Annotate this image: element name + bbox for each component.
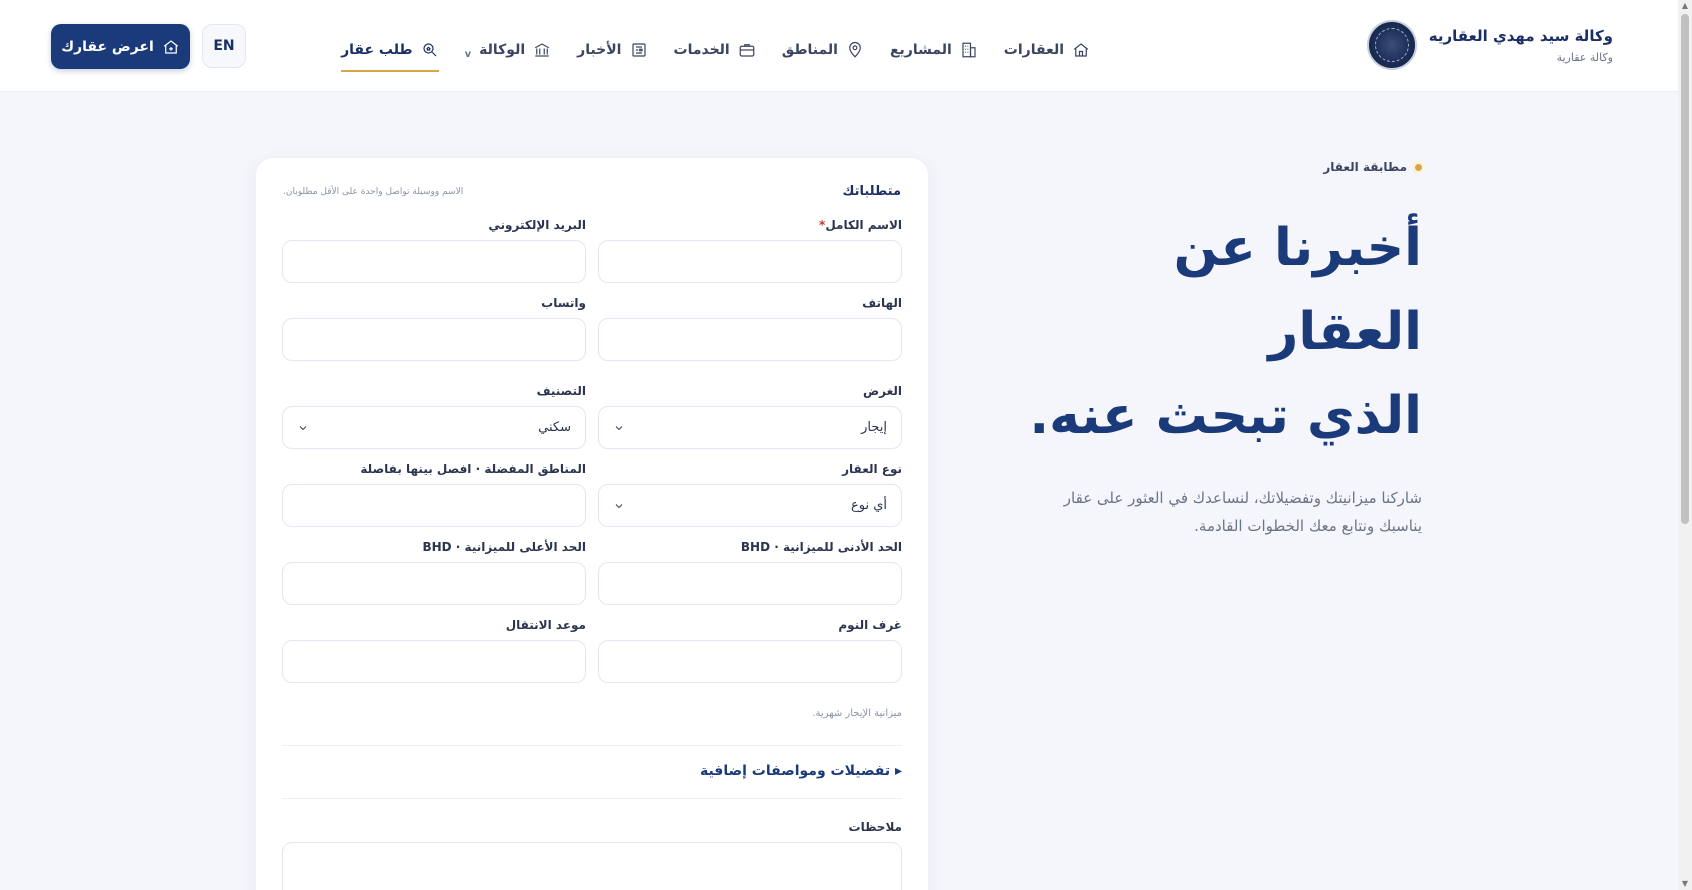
nav-projects-label: المشاريع [889, 42, 952, 58]
email-input[interactable] [282, 240, 586, 283]
phone-field: الهاتف [598, 296, 902, 361]
property-type-field: نوع العقار أي نوع [598, 462, 902, 527]
whatsapp-field: واتساب [282, 296, 586, 361]
hero-description: شاركنا ميزانيتك وتفضيلاتك، لنساعدك في ال… [1063, 489, 1422, 535]
nav-request-property[interactable]: طلب عقار [341, 30, 439, 72]
move-date-field: موعد الانتقال [282, 618, 586, 683]
main-nav: العقارات المشاريع المناطق الخدمات الأخبا… [341, 30, 1090, 72]
hero-title-line-2: الذي تبحث عنه. [1029, 386, 1422, 446]
form-title: متطلباتك [842, 184, 902, 199]
notes-textarea[interactable] [282, 842, 902, 890]
email-field: البريد الإلكتروني [282, 218, 586, 283]
full-name-label: الاسم الكامل [825, 218, 902, 232]
scroll-thumb[interactable] [1681, 14, 1689, 524]
language-toggle-button[interactable]: EN [202, 24, 246, 68]
nav-news-label: الأخبار [577, 42, 622, 58]
nav-properties[interactable]: العقارات [1004, 30, 1090, 70]
preferred-areas-label: المناطق المفضلة · افصل بينها بفاصلة [360, 462, 586, 476]
chevron-down-icon: v [464, 48, 472, 60]
briefcase-icon [739, 44, 755, 57]
divider [282, 798, 902, 799]
chevron-down-icon [615, 425, 623, 430]
hero-eyebrow-text: مطابقة العقار [1323, 160, 1407, 174]
form-required-note: الاسم ووسيلة تواصل واحدة على الأقل مطلوب… [283, 186, 464, 197]
newspaper-icon [631, 43, 646, 57]
min-budget-field: الحد الأدنى للميزانية · BHD [598, 540, 902, 605]
brand[interactable]: وكالة سيد مهدي العقاريه وكالة عقارية [1366, 20, 1613, 70]
nav-services[interactable]: الخدمات [674, 30, 756, 70]
chevron-down-icon [615, 503, 623, 508]
nav-projects[interactable]: المشاريع [890, 30, 978, 70]
eyebrow-dot-icon [1415, 163, 1422, 171]
divider [282, 745, 902, 746]
brand-subtitle: وكالة عقارية [1556, 50, 1613, 64]
property-type-value: أي نوع [850, 498, 887, 513]
move-date-label: موعد الانتقال [505, 618, 586, 632]
max-budget-field: الحد الأعلى للميزانية · BHD [282, 540, 586, 605]
home-icon [1073, 43, 1089, 57]
preferred-areas-field: المناطق المفضلة · افصل بينها بفاصلة [282, 462, 586, 527]
list-property-button[interactable]: اعرض عقارك [51, 24, 190, 69]
min-budget-input[interactable] [598, 562, 902, 605]
email-label: البريد الإلكتروني [488, 218, 586, 232]
bank-icon [535, 43, 550, 57]
nav-properties-label: العقارات [1003, 42, 1064, 58]
nav-services-label: الخدمات [673, 42, 730, 58]
whatsapp-label: واتساب [541, 296, 586, 310]
page-scrollbar[interactable]: ▲ ▼ [1678, 0, 1692, 890]
bedrooms-input[interactable] [598, 640, 902, 683]
scroll-up-arrow-icon[interactable]: ▲ [1681, 2, 1689, 10]
map-pin-icon [849, 41, 861, 58]
full-name-input[interactable] [598, 240, 902, 283]
category-field: التصنيف سكني [282, 384, 586, 449]
extra-preferences-toggle[interactable]: ▸ تفضيلات ومواصفات إضافية [700, 763, 902, 779]
budget-hint: ميزانية الإيجار شهرية. [812, 708, 902, 719]
brand-name: وكالة سيد مهدي العقاريه [1428, 26, 1613, 45]
property-type-label: نوع العقار [842, 462, 902, 476]
list-property-label: اعرض عقارك [61, 38, 154, 55]
purpose-label: الغرض [863, 384, 902, 398]
search-home-icon [423, 43, 437, 57]
hero-section: مطابقة العقار أخبرنا عن العقار الذي تبحث… [1002, 160, 1422, 540]
nav-news[interactable]: الأخبار [577, 30, 647, 70]
max-budget-input[interactable] [282, 562, 586, 605]
purpose-field: الغرض إيجار [598, 384, 902, 449]
nav-agency-label: الوكالة [479, 42, 526, 58]
nav-request-property-label: طلب عقار [341, 42, 413, 58]
bedrooms-field: غرف النوم [598, 618, 902, 683]
purpose-select[interactable]: إيجار [598, 406, 902, 449]
building-icon [962, 42, 976, 58]
category-label: التصنيف [536, 384, 586, 398]
whatsapp-input[interactable] [282, 318, 586, 361]
hero-title: أخبرنا عن العقار الذي تبحث عنه. [1002, 206, 1422, 458]
phone-label: الهاتف [862, 296, 902, 310]
purpose-value: إيجار [861, 420, 887, 435]
category-value: سكني [538, 420, 571, 435]
preferred-areas-input[interactable] [282, 484, 586, 527]
property-type-select[interactable]: أي نوع [598, 484, 902, 527]
category-select[interactable]: سكني [282, 406, 586, 449]
phone-input[interactable] [598, 318, 902, 361]
full-name-field: الاسم الكامل* [598, 218, 902, 283]
notes-label: ملاحظات [848, 820, 902, 834]
home-plus-icon [163, 39, 178, 54]
scroll-down-arrow-icon[interactable]: ▼ [1681, 880, 1689, 888]
hero-eyebrow: مطابقة العقار [1002, 160, 1422, 174]
move-date-input[interactable] [282, 640, 586, 683]
brand-logo [1366, 20, 1417, 70]
min-budget-label: الحد الأدنى للميزانية · BHD [740, 540, 902, 554]
nav-areas-label: المناطق [781, 42, 838, 58]
nav-agency[interactable]: الوكالة v [465, 30, 552, 70]
bedrooms-label: غرف النوم [838, 618, 902, 632]
nav-areas[interactable]: المناطق [782, 30, 864, 70]
hero-title-line-1: أخبرنا عن العقار [1173, 218, 1422, 362]
request-form-card: متطلباتك الاسم ووسيلة تواصل واحدة على ال… [255, 157, 929, 890]
max-budget-label: الحد الأعلى للميزانية · BHD [422, 540, 586, 554]
chevron-down-icon [299, 425, 307, 430]
top-header: وكالة سيد مهدي العقاريه وكالة عقارية الع… [0, 0, 1678, 92]
